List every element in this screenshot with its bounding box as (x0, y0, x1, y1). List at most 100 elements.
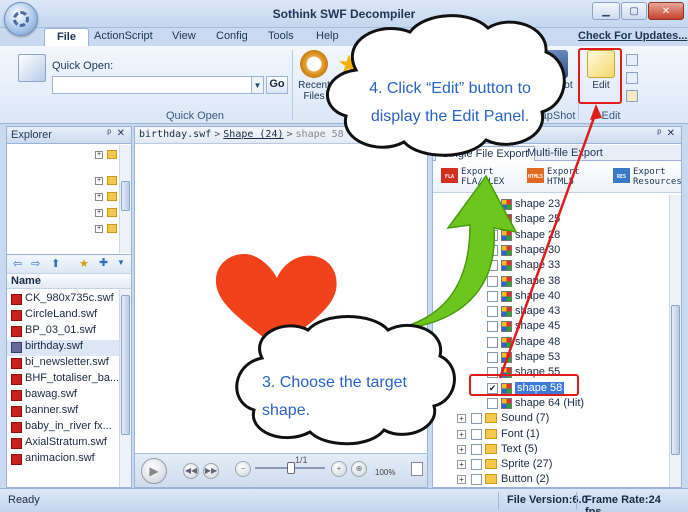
play-button[interactable]: ▶ (141, 458, 167, 484)
file-list-item[interactable]: CircleLand.swf (7, 308, 119, 324)
export-html5-button[interactable]: HTML5 Export HTML5 (527, 167, 580, 187)
delete-icon[interactable] (626, 90, 638, 102)
export-resources-button[interactable]: RES Export Resources (613, 167, 682, 187)
file-list-item[interactable]: BP_03_01.swf (7, 324, 119, 340)
breadcrumb-file[interactable]: birthday.swf (139, 129, 211, 140)
checkbox[interactable] (487, 199, 498, 210)
shape-tree-item[interactable]: shape 48 (433, 335, 669, 350)
expand-icon[interactable]: + (457, 444, 466, 454)
fit-button[interactable]: ⊕ (351, 461, 367, 477)
shape-tree-item[interactable]: shape 28 (433, 228, 669, 243)
shape-tree-item[interactable]: shape 30 (433, 243, 669, 258)
chevron-down-icon[interactable]: ▼ (252, 76, 264, 94)
folder-tree-item[interactable]: + Sound (7) (433, 411, 669, 426)
shape-tree-item[interactable]: shape 43 (433, 304, 669, 319)
checkbox[interactable] (487, 214, 498, 226)
pin-icon[interactable]: ᵖ (657, 128, 661, 139)
tab-config[interactable]: Config (204, 28, 260, 46)
quick-open-input[interactable] (52, 76, 252, 94)
expand-icon[interactable]: + (457, 475, 466, 485)
checkbox[interactable] (487, 352, 498, 363)
up-folder-icon[interactable]: ⬆ (51, 257, 65, 271)
close-icon[interactable]: ✕ (117, 128, 125, 139)
close-button[interactable]: ✕ (648, 2, 684, 20)
shape-tree-item[interactable]: shape 38 (433, 274, 669, 289)
check-updates-link[interactable]: Check For Updates... (578, 30, 687, 42)
zoom-in-button[interactable]: + (331, 461, 347, 477)
expand-icon[interactable]: + (95, 193, 103, 201)
expand-icon[interactable]: + (457, 460, 466, 470)
checkbox[interactable] (487, 336, 498, 348)
breadcrumb-shape-folder[interactable]: Shape (24) (223, 129, 283, 140)
rewind-button[interactable]: ◀◀ (183, 463, 199, 479)
checkbox[interactable] (471, 474, 482, 486)
pin-icon[interactable]: ᵖ (107, 128, 111, 139)
checkbox[interactable] (487, 290, 498, 302)
back-icon[interactable]: ⇦ (13, 257, 27, 271)
fast-forward-button[interactable]: ▶▶ (203, 463, 219, 479)
checkbox[interactable] (487, 229, 498, 241)
scroll-thumb[interactable] (121, 181, 130, 211)
expand-icon[interactable]: + (457, 414, 466, 424)
shape-tree-item[interactable]: shape 33 (433, 258, 669, 273)
tab-multi-file-export[interactable]: Multi-file Export (521, 146, 609, 161)
folder-tree-item[interactable]: + Font (1) (433, 427, 669, 442)
scrollbar[interactable] (669, 195, 681, 487)
folder-tree-item[interactable]: + Button (2) (433, 472, 669, 487)
resource-tree[interactable]: shape 23 shape 25 shape 28 shape 30 shape 33… (433, 195, 669, 487)
file-list-item[interactable]: CK_980x735c.swf (7, 292, 119, 308)
scroll-thumb[interactable] (671, 305, 680, 455)
expand-icon[interactable]: + (95, 177, 103, 185)
folder-tree[interactable]: + + + + + (7, 145, 131, 255)
favorite-icon[interactable]: ★ (79, 257, 93, 271)
go-button[interactable]: Go (266, 76, 288, 94)
file-list-item[interactable]: baby_in_river fx... (7, 420, 119, 436)
chevron-down-icon[interactable]: ▼ (117, 258, 131, 272)
expand-icon[interactable]: + (95, 225, 103, 233)
zoom-out-button[interactable]: − (235, 461, 251, 477)
tab-actionscript[interactable]: ActionScript (82, 28, 165, 46)
tab-help[interactable]: Help (304, 28, 351, 46)
checkbox[interactable] (471, 413, 482, 425)
checkbox[interactable] (487, 306, 498, 318)
app-menu-orb[interactable] (4, 2, 38, 36)
checkbox[interactable] (487, 244, 498, 256)
file-list-item[interactable]: BHF_totaliser_ba... (7, 372, 119, 388)
tab-tools[interactable]: Tools (256, 28, 306, 46)
file-list-item[interactable]: bawag.swf (7, 388, 119, 404)
checkbox[interactable] (487, 397, 498, 409)
scrollbar[interactable] (119, 289, 131, 487)
shape-tree-item[interactable]: shape 25 (433, 212, 669, 227)
checkbox[interactable] (471, 443, 482, 455)
shape-tree-item[interactable]: shape 53 (433, 350, 669, 365)
scroll-thumb[interactable] (121, 295, 130, 435)
forward-icon[interactable]: ⇨ (31, 257, 45, 271)
file-list-item[interactable]: bi_newsletter.swf (7, 356, 119, 372)
tab-view[interactable]: View (160, 28, 208, 46)
file-list-item[interactable]: birthday.swf (7, 340, 119, 356)
folder-tree-item[interactable]: + Text (5) (433, 442, 669, 457)
file-list-item[interactable]: banner.swf (7, 404, 119, 420)
page-icon[interactable] (411, 462, 423, 476)
shape-tree-item[interactable]: shape 40 (433, 289, 669, 304)
folder-tree-item[interactable]: + Sprite (27) (433, 457, 669, 472)
minimize-button[interactable]: ▁ (592, 2, 620, 20)
save-icon[interactable] (626, 54, 638, 66)
checkbox[interactable] (487, 321, 498, 333)
expand-icon[interactable]: + (95, 151, 103, 159)
expand-icon[interactable]: + (95, 209, 103, 217)
zoom-slider-knob[interactable] (287, 462, 295, 474)
save-as-icon[interactable] (626, 72, 638, 84)
checkbox[interactable] (471, 459, 482, 471)
add-icon[interactable]: ✚ (99, 256, 113, 270)
export-fla-flex-button[interactable]: FLA Export FLA/FLEX (441, 167, 504, 187)
checkbox[interactable] (487, 260, 498, 272)
maximize-button[interactable]: ▢ (621, 2, 647, 20)
close-icon[interactable]: ✕ (667, 128, 675, 139)
name-column-header[interactable]: Name (7, 273, 131, 289)
shape-tree-item[interactable]: shape 64 (Hit) (433, 396, 669, 411)
checkbox[interactable] (471, 428, 482, 440)
checkbox[interactable] (487, 275, 498, 287)
recent-files-button[interactable]: Recent Files (296, 50, 332, 102)
scrollbar[interactable] (119, 145, 131, 253)
